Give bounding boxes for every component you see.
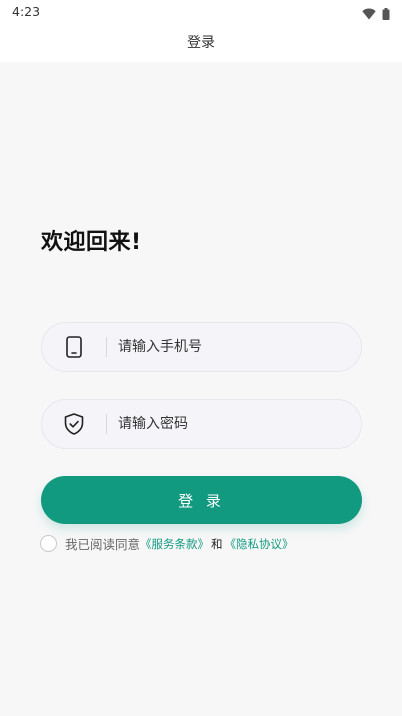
- privacy-policy-link[interactable]: 《隐私协议》: [225, 536, 294, 552]
- agreement: 我已阅读同意 《服务条款》 和 《隐私协议》: [40, 534, 294, 553]
- welcome-title: 欢迎回来!: [41, 230, 142, 255]
- nav-bar: 登录: [0, 22, 402, 62]
- agreement-text: 我已阅读同意: [65, 537, 141, 552]
- service-terms-link[interactable]: 《服务条款》: [140, 536, 209, 552]
- page-title: 登录: [187, 35, 215, 51]
- phone-input[interactable]: [107, 323, 361, 371]
- shield-check-icon: [42, 400, 106, 448]
- phone-icon: [42, 323, 106, 371]
- status-bar: 4:23: [0, 0, 402, 22]
- phone-input-row[interactable]: [41, 322, 362, 372]
- password-input[interactable]: [107, 400, 361, 448]
- agree-checkbox[interactable]: [40, 535, 57, 552]
- status-time: 4:23: [12, 4, 41, 19]
- password-input-row[interactable]: [41, 399, 362, 449]
- agreement-and: 和: [211, 536, 223, 551]
- login-button[interactable]: 登 录: [41, 476, 362, 524]
